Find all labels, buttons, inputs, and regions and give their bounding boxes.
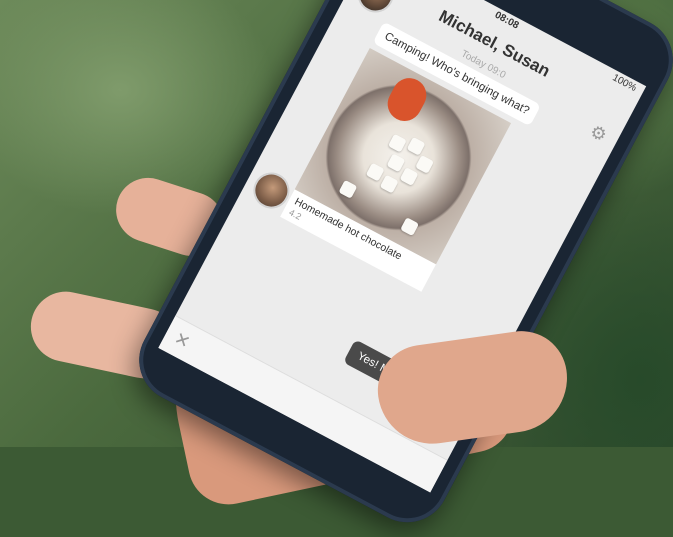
- marshmallow: [415, 154, 435, 174]
- marshmallow: [400, 217, 420, 237]
- marshmallow: [387, 133, 407, 153]
- marshmallow: [338, 179, 358, 199]
- marshmallow: [379, 174, 399, 194]
- marshmallow: [365, 162, 385, 182]
- marshmallow: [386, 153, 406, 173]
- marshmallow: [406, 136, 426, 156]
- mug-handle: [381, 72, 433, 127]
- attach-icon[interactable]: ✕: [170, 328, 194, 354]
- battery-level: 100%: [610, 72, 639, 95]
- marshmallow: [399, 167, 419, 186]
